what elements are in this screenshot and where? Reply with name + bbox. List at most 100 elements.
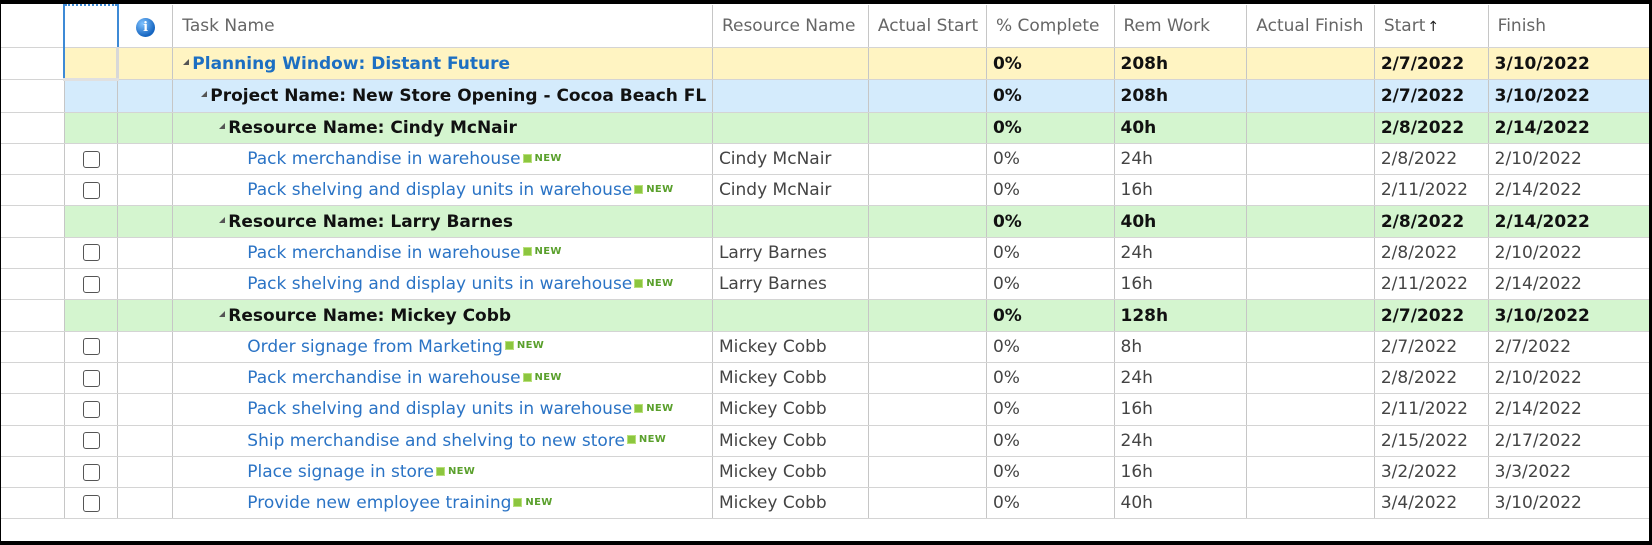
pct-complete-cell[interactable]: 0%	[986, 268, 1115, 301]
task-name-link[interactable]: Pack shelving and display units in wareh…	[247, 399, 632, 419]
resource-name-cell[interactable]: Cindy McNair	[712, 174, 869, 207]
row-indicator[interactable]	[1, 268, 65, 301]
actual-start-cell[interactable]	[868, 425, 987, 457]
row-indicator[interactable]	[1, 112, 65, 144]
start-cell[interactable]: 2/8/2022	[1374, 362, 1489, 395]
column-header-actual-start[interactable]: Actual Start	[868, 5, 987, 48]
start-cell[interactable]: 2/11/2022	[1374, 174, 1489, 207]
rem-work-cell[interactable]: 16h	[1114, 268, 1248, 301]
task-name-link[interactable]: Order signage from Marketing	[247, 337, 503, 357]
row-select-cell[interactable]	[64, 299, 119, 332]
pct-complete-cell[interactable]: 0%	[986, 174, 1115, 207]
row-select-cell[interactable]	[64, 487, 119, 520]
column-header-actual-finish[interactable]: Actual Finish	[1246, 5, 1375, 48]
info-column-header[interactable]: i	[117, 5, 174, 48]
finish-cell[interactable]: 2/10/2022	[1488, 362, 1649, 395]
row-select-cell[interactable]	[64, 331, 119, 363]
task-row[interactable]: Provide new employee training NEW Mickey …	[1, 487, 1649, 520]
row-indicator[interactable]	[1, 174, 65, 207]
row-select-cell[interactable]	[64, 237, 119, 270]
group-title[interactable]: Planning Window: Distant Future	[192, 54, 510, 74]
row-checkbox[interactable]	[82, 369, 100, 387]
resource-group-row[interactable]: Resource Name: Cindy McNair 0% 40h 2/8/2…	[1, 112, 1649, 144]
resource-name-cell[interactable]: Larry Barnes	[712, 268, 869, 301]
column-header-rem-work[interactable]: Rem Work	[1114, 5, 1248, 48]
task-name-link[interactable]: Pack merchandise in warehouse	[247, 368, 520, 388]
resource-name-cell[interactable]: Cindy McNair	[712, 143, 869, 176]
row-checkbox[interactable]	[82, 244, 100, 262]
row-indicator[interactable]	[1, 299, 65, 332]
task-name-link[interactable]: Pack shelving and display units in wareh…	[247, 180, 632, 200]
finish-cell[interactable]: 2/14/2022	[1488, 268, 1649, 301]
rem-work-cell[interactable]: 40h	[1114, 487, 1248, 520]
collapse-toggle-icon[interactable]	[219, 310, 226, 317]
row-select-cell[interactable]	[64, 174, 119, 207]
actual-finish-cell[interactable]	[1246, 174, 1375, 207]
task-row[interactable]: Pack merchandise in warehouse NEW Mickey …	[1, 362, 1649, 395]
row-select-cell[interactable]	[63, 47, 120, 82]
start-cell[interactable]: 2/8/2022	[1374, 237, 1489, 270]
rem-work-cell[interactable]: 16h	[1114, 456, 1248, 489]
actual-start-cell[interactable]	[868, 393, 987, 426]
pct-complete-cell[interactable]: 0%	[986, 237, 1115, 270]
group-title[interactable]: Resource Name: Mickey Cobb	[228, 306, 511, 326]
row-indicator[interactable]	[1, 47, 65, 81]
row-indicator[interactable]	[1, 487, 65, 520]
task-row[interactable]: Place signage in store NEW Mickey Cobb 0%…	[1, 456, 1649, 489]
row-select-cell[interactable]	[64, 143, 119, 176]
task-name-cell[interactable]: Pack merchandise in warehouse NEW	[172, 237, 713, 270]
planning-window-group-row[interactable]: Planning Window: Distant Future 0% 208h …	[1, 47, 1649, 82]
row-select-cell[interactable]	[64, 456, 119, 489]
column-header-finish[interactable]: Finish	[1488, 5, 1649, 48]
task-name-cell[interactable]: Pack shelving and display units in wareh…	[172, 174, 713, 207]
rem-work-cell[interactable]: 24h	[1114, 425, 1248, 457]
finish-cell[interactable]: 2/14/2022	[1488, 174, 1649, 207]
pct-complete-cell[interactable]: 0%	[986, 362, 1115, 395]
column-header-pct-complete[interactable]: % Complete	[986, 5, 1115, 48]
actual-start-cell[interactable]	[868, 456, 987, 489]
task-row[interactable]: Pack merchandise in warehouse NEW Larry B…	[1, 237, 1649, 270]
actual-start-cell[interactable]	[868, 487, 987, 520]
collapse-toggle-icon[interactable]	[219, 122, 226, 129]
rem-work-cell[interactable]: 24h	[1114, 237, 1248, 270]
actual-start-cell[interactable]	[868, 237, 987, 270]
collapse-toggle-icon[interactable]	[201, 90, 208, 97]
pct-complete-cell[interactable]: 0%	[986, 331, 1115, 363]
actual-start-cell[interactable]	[868, 174, 987, 207]
actual-finish-cell[interactable]	[1246, 143, 1375, 176]
task-name-link[interactable]: Pack merchandise in warehouse	[247, 149, 520, 169]
resource-name-cell[interactable]: Mickey Cobb	[712, 487, 869, 520]
pct-complete-cell[interactable]: 0%	[986, 425, 1115, 457]
actual-start-cell[interactable]	[868, 362, 987, 395]
column-header-task-name[interactable]: Task Name	[172, 5, 713, 48]
resource-name-cell[interactable]: Mickey Cobb	[712, 393, 869, 426]
task-row[interactable]: Pack merchandise in warehouse NEW Cindy M…	[1, 143, 1649, 176]
row-checkbox[interactable]	[82, 494, 100, 512]
actual-finish-cell[interactable]	[1246, 425, 1375, 457]
group-title-cell[interactable]: Project Name: New Store Opening - Cocoa …	[172, 79, 713, 113]
resource-group-row[interactable]: Resource Name: Mickey Cobb 0% 128h 2/7/2…	[1, 299, 1649, 332]
resource-name-cell[interactable]: Mickey Cobb	[712, 425, 869, 457]
task-row[interactable]: Pack shelving and display units in wareh…	[1, 174, 1649, 207]
group-title-cell[interactable]: Resource Name: Mickey Cobb	[172, 299, 713, 332]
start-cell[interactable]: 2/15/2022	[1374, 425, 1489, 457]
start-cell[interactable]: 2/8/2022	[1374, 143, 1489, 176]
finish-cell[interactable]: 2/10/2022	[1488, 237, 1649, 270]
task-name-cell[interactable]: Pack merchandise in warehouse NEW	[172, 362, 713, 395]
project-group-row[interactable]: Project Name: New Store Opening - Cocoa …	[1, 79, 1649, 113]
group-title-cell[interactable]: Planning Window: Distant Future	[172, 47, 713, 81]
actual-finish-cell[interactable]	[1246, 362, 1375, 395]
actual-start-cell[interactable]	[868, 268, 987, 301]
start-cell[interactable]: 3/2/2022	[1374, 456, 1489, 489]
collapse-toggle-icon[interactable]	[183, 58, 190, 65]
row-checkbox[interactable]	[82, 463, 100, 481]
actual-finish-cell[interactable]	[1246, 456, 1375, 489]
row-indicator[interactable]	[1, 456, 65, 489]
task-name-link[interactable]: Place signage in store	[247, 462, 434, 482]
row-indicator[interactable]	[1, 362, 65, 395]
task-name-link[interactable]: Pack merchandise in warehouse	[247, 243, 520, 263]
column-header-start[interactable]: Start ↑	[1374, 5, 1489, 48]
column-header-resource-name[interactable]: Resource Name	[712, 5, 869, 48]
finish-cell[interactable]: 2/17/2022	[1488, 425, 1649, 457]
row-indicator[interactable]	[1, 79, 65, 113]
